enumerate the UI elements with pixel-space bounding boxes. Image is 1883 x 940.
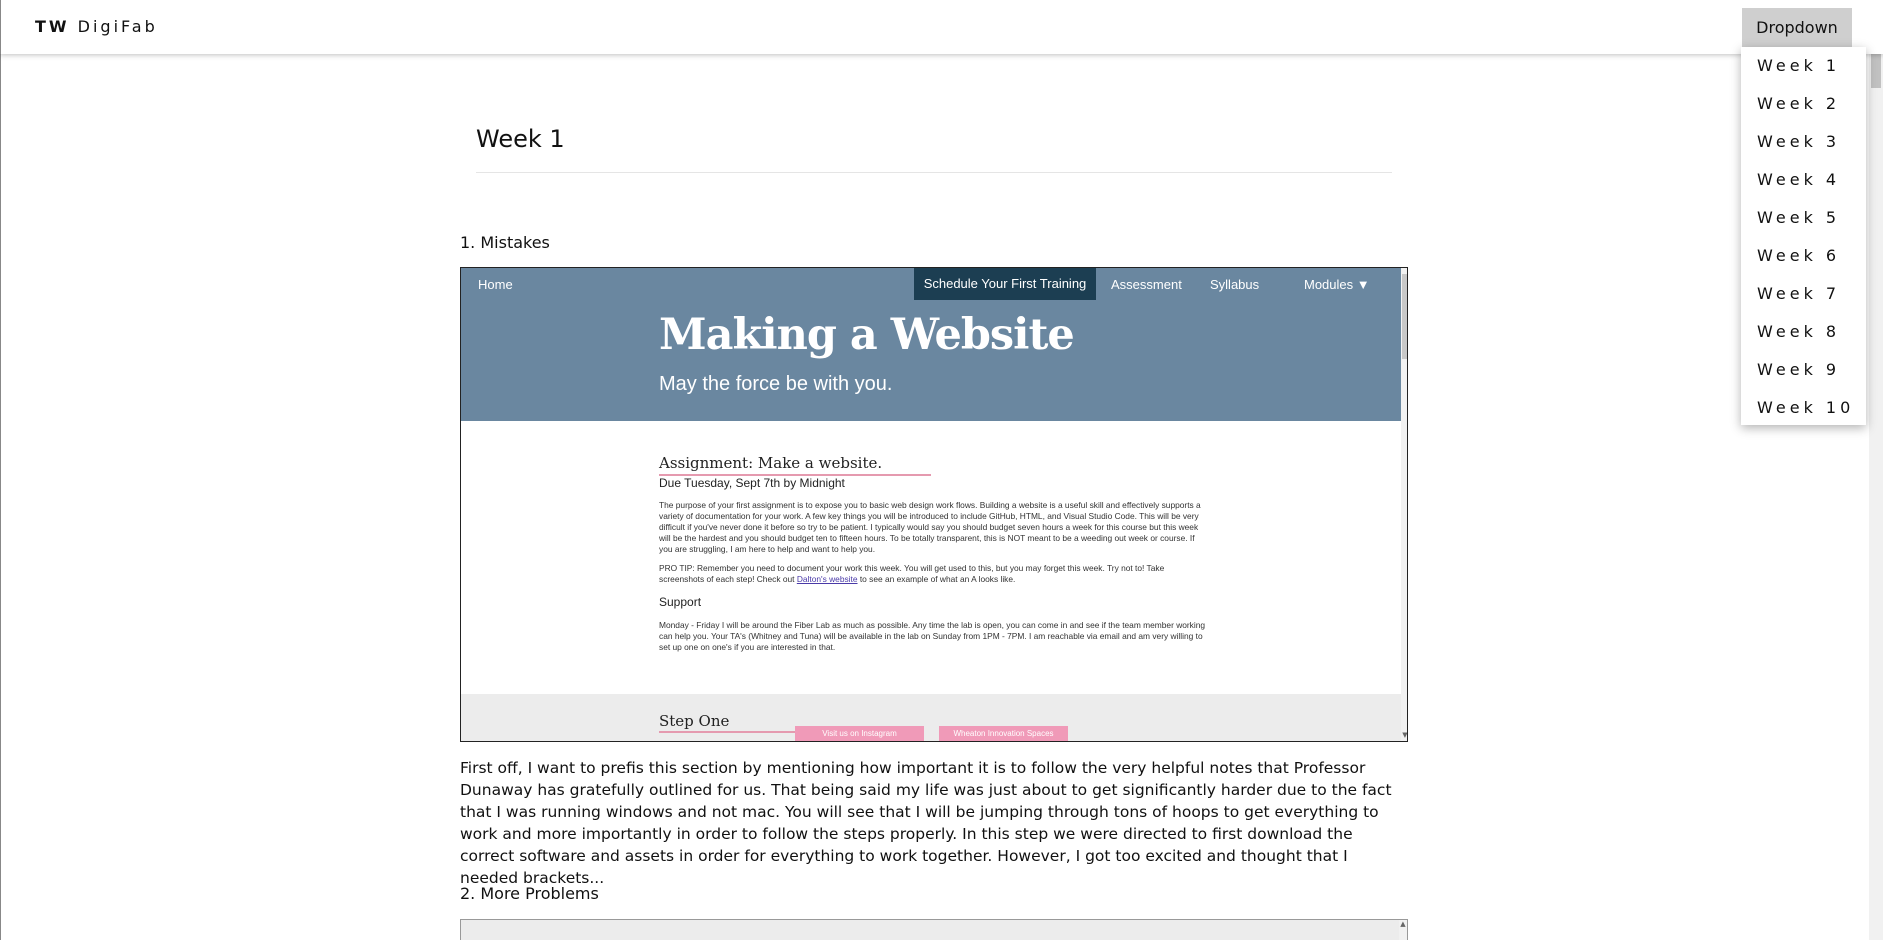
brand-name: DigiFab xyxy=(77,17,158,36)
embed-step-one-heading: Step One xyxy=(659,712,730,730)
embed-support-paragraph: Monday - Friday I will be around the Fib… xyxy=(659,620,1206,652)
section-body-text: First off, I want to prefis this section… xyxy=(460,759,1392,887)
dropdown-item-week-5[interactable]: Week 5 xyxy=(1741,199,1866,237)
embed-protip-text-end: to see an example of what an A looks lik… xyxy=(857,574,1016,584)
brand-initials: TW xyxy=(35,17,70,36)
embed-daltons-website-link[interactable]: Dalton's website xyxy=(797,574,858,584)
page-title: Week 1 xyxy=(476,125,565,153)
embed2-scroll-up-icon[interactable]: ▲ xyxy=(1399,920,1407,940)
embed-due-date: Due Tuesday, Sept 7th by Midnight xyxy=(659,476,845,490)
embedded-website-preview[interactable]: Home Schedule Your First Training Assess… xyxy=(460,267,1408,742)
embed-step-underline xyxy=(659,731,799,733)
embed-step-band xyxy=(461,694,1401,741)
dropdown-button[interactable]: Dropdown xyxy=(1742,8,1852,47)
embed-scrollbar[interactable]: ▼ xyxy=(1401,268,1407,741)
dropdown-item-week-2[interactable]: Week 2 xyxy=(1741,85,1866,123)
dropdown-item-week-10[interactable]: Week 10 xyxy=(1741,389,1866,425)
brand-logo[interactable]: TW DigiFab xyxy=(35,17,158,36)
embed-nav-home[interactable]: Home xyxy=(478,277,513,292)
embed-hero-title: Making a Website xyxy=(659,310,1075,360)
embed-hero-banner: Home Schedule Your First Training Assess… xyxy=(461,268,1401,421)
dropdown-menu: Week 1 Week 2 Week 3 Week 4 Week 5 Week 6 Week… xyxy=(1741,47,1866,425)
dropdown-item-week-3[interactable]: Week 3 xyxy=(1741,123,1866,161)
window-frame xyxy=(0,0,1,940)
embed-nav-schedule-training[interactable]: Schedule Your First Training xyxy=(914,268,1096,300)
dropdown-item-week-9[interactable]: Week 9 xyxy=(1741,351,1866,389)
embed-hero-subtitle: May the force be with you. xyxy=(659,373,893,395)
embed-protip-paragraph: PRO TIP: Remember you need to document y… xyxy=(659,563,1209,585)
embed-nav-assessment[interactable]: Assessment xyxy=(1111,277,1182,292)
title-divider xyxy=(476,172,1392,173)
embed-support-heading: Support xyxy=(659,595,702,609)
dropdown-item-week-1[interactable]: Week 1 xyxy=(1741,47,1866,85)
dropdown-item-week-4[interactable]: Week 4 xyxy=(1741,161,1866,199)
dropdown-item-week-7[interactable]: Week 7 xyxy=(1741,275,1866,313)
dropdown-item-week-6[interactable]: Week 6 xyxy=(1741,237,1866,275)
section-heading-mistakes: 1. Mistakes xyxy=(460,233,550,252)
embed-nav-modules[interactable]: Modules ▼ xyxy=(1304,277,1370,292)
embed-assignment-heading: Assignment: Make a website. xyxy=(659,454,883,472)
page-scrollbar[interactable] xyxy=(1869,14,1883,940)
embed-intro-paragraph: The purpose of your first assignment is … xyxy=(659,500,1201,554)
embedded-preview-2[interactable]: ▲ xyxy=(460,919,1408,940)
embed-nav-syllabus[interactable]: Syllabus xyxy=(1210,277,1259,292)
embed-wheaton-button[interactable]: Wheaton Innovation Spaces xyxy=(939,726,1068,741)
section-heading-more-problems: 2. More Problems xyxy=(460,884,599,903)
embed-scrollbar-thumb[interactable] xyxy=(1402,274,1407,359)
embed-scroll-down-icon[interactable]: ▼ xyxy=(1401,731,1407,741)
top-navbar: TW DigiFab Dropdown xyxy=(0,0,1883,54)
embed-instagram-button[interactable]: Visit us on Instagram xyxy=(795,726,924,741)
dropdown-item-week-8[interactable]: Week 8 xyxy=(1741,313,1866,351)
